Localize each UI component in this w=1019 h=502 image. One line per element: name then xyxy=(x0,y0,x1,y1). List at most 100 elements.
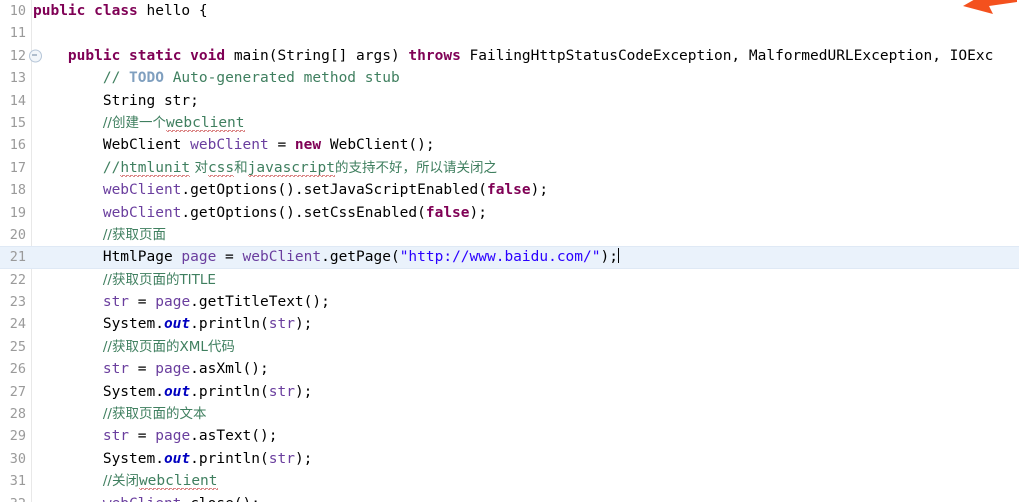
code-line[interactable]: 13 // TODO Auto-generated method stub xyxy=(0,67,1019,89)
code-token: 和 xyxy=(234,159,248,176)
code-line-text: webClient.getOptions().setCssEnabled(fal… xyxy=(33,202,487,224)
code-token: str xyxy=(102,361,130,378)
code-token: FailingHttpStatusCodeException, Malforme… xyxy=(460,47,994,64)
code-token: System. xyxy=(33,450,164,467)
code-line-text: public class hello { xyxy=(33,0,208,22)
code-line-text: //获取页面 xyxy=(33,224,166,246)
code-line[interactable]: 18 webClient.getOptions().setJavaScriptE… xyxy=(0,179,1019,201)
code-token: // xyxy=(102,159,121,176)
code-editor[interactable]: 10 public class hello {11 12 public static… xyxy=(0,0,1019,502)
code-token: void xyxy=(190,47,226,64)
line-number: 25 xyxy=(9,338,26,355)
code-line[interactable]: 28 //获取页面的文本 xyxy=(0,403,1019,425)
code-token: .getOptions().setJavaScriptEnabled( xyxy=(181,182,487,199)
code-line-text: String str; xyxy=(33,90,199,112)
code-token: public xyxy=(67,47,121,64)
code-token: .close(); xyxy=(181,496,260,502)
code-token: str xyxy=(268,316,295,333)
code-line-text: System.out.println(str); xyxy=(33,381,313,403)
line-number: 28 xyxy=(9,406,26,423)
code-token: page xyxy=(155,294,191,311)
code-line-text: HtmlPage page = webClient.getPage("http:… xyxy=(33,247,619,267)
code-token: out xyxy=(163,383,191,400)
code-token: page xyxy=(155,428,191,445)
code-token: webClient xyxy=(102,204,182,221)
line-number: 24 xyxy=(9,316,26,333)
code-token: ); xyxy=(294,450,313,467)
code-token: 的支持不好，所以请关闭之 xyxy=(334,159,497,176)
line-number: 21 xyxy=(9,249,26,266)
code-line-text: System.out.println(str); xyxy=(33,313,313,335)
line-number: 10 xyxy=(9,3,26,19)
code-line[interactable]: 10 public class hello { xyxy=(0,0,1019,22)
code-area[interactable]: 10 public class hello {11 12 public static… xyxy=(0,0,1019,502)
code-line[interactable]: 14 String str; xyxy=(0,90,1019,112)
code-token: webClient xyxy=(102,182,182,199)
code-token: false xyxy=(486,182,531,199)
code-token: //关闭 xyxy=(102,473,139,490)
code-token: .println( xyxy=(190,383,269,400)
code-line-text: //获取页面的TITLE xyxy=(33,269,216,291)
code-line[interactable]: 30 System.out.println(str); xyxy=(0,448,1019,470)
code-line-text: //获取页面的文本 xyxy=(33,403,207,425)
line-number: 22 xyxy=(9,271,26,288)
code-line[interactable]: 32 webClient.close(); xyxy=(0,493,1019,502)
code-line-text: // TODO Auto-generated method stub xyxy=(33,67,400,89)
code-line[interactable]: 11 xyxy=(0,22,1019,44)
code-line[interactable]: 16 WebClient webClient = new WebClient()… xyxy=(0,134,1019,156)
code-token: WebClient(); xyxy=(321,137,435,154)
code-token: throws xyxy=(408,47,461,64)
code-line-text: //获取页面的XML代码 xyxy=(33,336,235,358)
code-line[interactable]: 22 //获取页面的TITLE xyxy=(0,269,1019,291)
code-line[interactable]: 19 webClient.getOptions().setCssEnabled(… xyxy=(0,202,1019,224)
code-line[interactable]: 29 str = page.asText(); xyxy=(0,425,1019,447)
code-line[interactable]: 25 //获取页面的XML代码 xyxy=(0,336,1019,358)
code-token: .asXml(); xyxy=(190,361,269,378)
code-line-text: str = page.asXml(); xyxy=(33,358,269,380)
code-line-text: public static void main(String[] args) t… xyxy=(33,45,993,67)
code-line[interactable]: 26 str = page.asXml(); xyxy=(0,358,1019,380)
line-number: 32 xyxy=(0,493,26,502)
code-token: TODO xyxy=(129,70,164,87)
code-token: webClient xyxy=(242,249,322,266)
code-token: webclient xyxy=(138,473,218,491)
code-token: "http://www.baidu.com/" xyxy=(399,249,601,266)
code-token: hello { xyxy=(137,3,208,19)
code-line-text: webClient.getOptions().setJavaScriptEnab… xyxy=(33,179,548,201)
line-number: 19 xyxy=(9,204,26,221)
code-token: String str; xyxy=(33,92,199,109)
code-line[interactable]: 27 System.out.println(str); xyxy=(0,381,1019,403)
code-line[interactable]: 15 //创建一个webclient xyxy=(0,112,1019,134)
code-token: //创建一个 xyxy=(102,114,166,131)
code-line[interactable]: 17 //htmlunit 对css和javascript的支持不好，所以请关闭… xyxy=(0,157,1019,179)
code-line[interactable]: 23 str = page.getTitleText(); xyxy=(0,291,1019,313)
code-token: javascript xyxy=(247,159,335,177)
code-token: Auto-generated method stub xyxy=(163,70,400,87)
code-token: str xyxy=(268,450,295,467)
code-token: str xyxy=(268,383,295,400)
code-token: ); xyxy=(600,249,618,266)
code-token: = xyxy=(129,294,156,311)
code-line[interactable]: 20 //获取页面 xyxy=(0,224,1019,246)
code-token: htmlunit xyxy=(120,159,191,177)
line-number: 13 xyxy=(9,70,26,87)
text-caret xyxy=(617,248,619,264)
code-line[interactable]: 12 public static void main(String[] args… xyxy=(0,45,1019,67)
code-line-text: str = page.getTitleText(); xyxy=(33,291,330,313)
code-line[interactable]: 31 //关闭webclient xyxy=(0,470,1019,492)
code-token: HtmlPage xyxy=(33,249,182,266)
code-line[interactable]: 24 System.out.println(str); xyxy=(0,313,1019,335)
line-number: 20 xyxy=(9,226,26,243)
code-line[interactable]: 21 HtmlPage page = webClient.getPage("ht… xyxy=(0,246,1019,269)
